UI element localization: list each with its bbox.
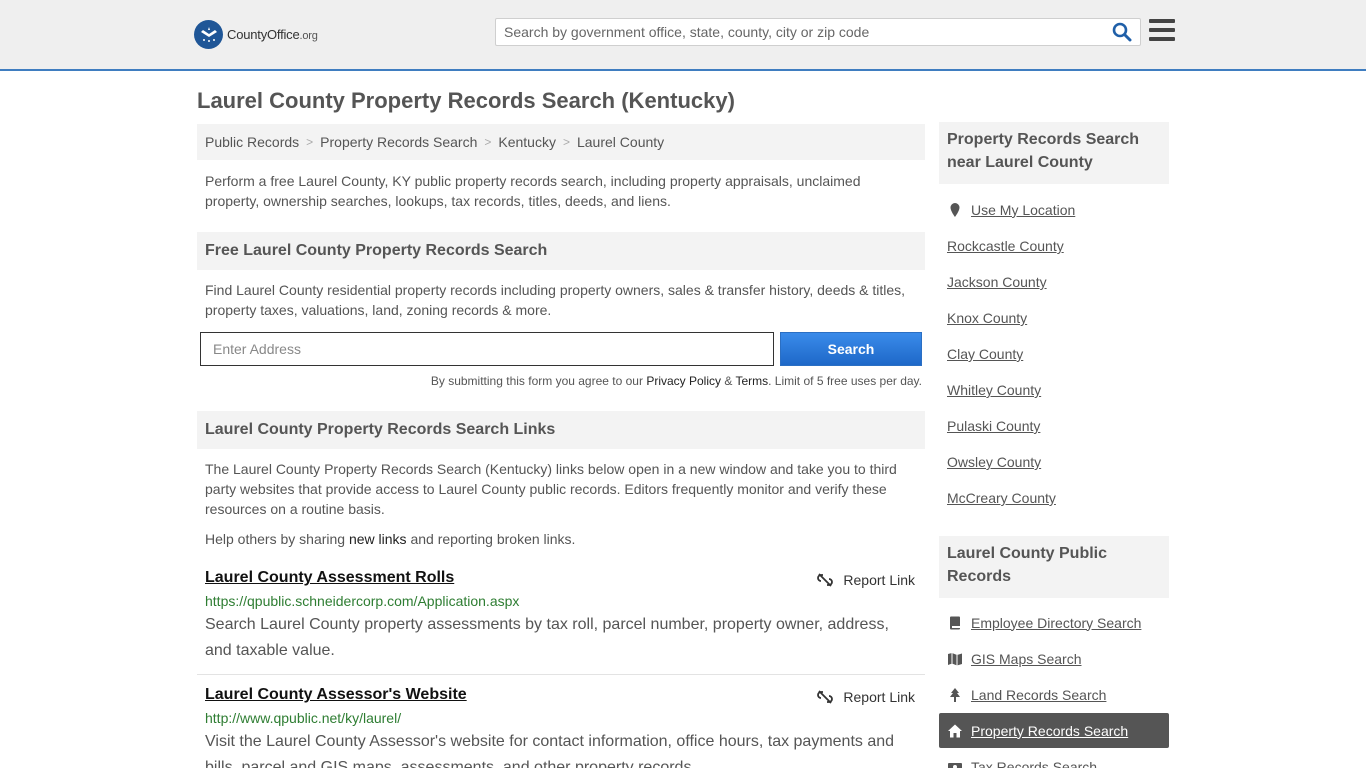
nearby-county-link[interactable]: Knox County	[947, 310, 1027, 326]
link-url: http://www.qpublic.net/ky/laurel/	[205, 710, 402, 726]
link-description: Search Laurel County property assessment…	[205, 616, 889, 659]
breadcrumb-separator: >	[306, 135, 314, 149]
address-search-button[interactable]: Search	[780, 332, 922, 366]
page-title: Laurel County Property Records Search (K…	[197, 88, 735, 113]
link-url: https://qpublic.schneidercorp.com/Applic…	[205, 593, 520, 609]
page-intro: Perform a free Laurel County, KY public …	[205, 173, 861, 209]
book-icon	[950, 616, 960, 629]
sidebar-item-employee-directory[interactable]: Employee Directory Search	[939, 605, 1169, 640]
sidebar-item-property-records[interactable]: Property Records Search	[939, 713, 1169, 748]
link-item: Laurel County Assessment Rolls Report Li…	[205, 569, 915, 664]
broken-link-icon	[817, 573, 834, 587]
search-icon[interactable]	[1112, 22, 1134, 44]
hamburger-menu-icon[interactable]	[1149, 19, 1175, 43]
home-icon	[948, 724, 962, 737]
nearby-county-link[interactable]: Rockcastle County	[947, 238, 1064, 254]
sidebar-item-land-records[interactable]: Land Records Search	[939, 677, 1169, 712]
broken-link-icon	[817, 690, 834, 704]
site-search-box	[495, 18, 1141, 46]
breadcrumb-property-records-search[interactable]: Property Records Search	[320, 134, 477, 150]
free-search-heading: Free Laurel County Property Records Sear…	[197, 232, 925, 270]
logo-seal-icon	[194, 20, 223, 49]
breadcrumb-public-records[interactable]: Public Records	[205, 134, 299, 150]
public-records-heading: Laurel County Public Records	[939, 536, 1169, 598]
link-title[interactable]: Laurel County Assessor's Website	[205, 686, 467, 703]
breadcrumb-separator: >	[484, 135, 492, 149]
links-section-description: The Laurel County Property Records Searc…	[205, 461, 897, 517]
money-icon	[948, 762, 962, 768]
sidebar-item-tax-records[interactable]: Tax Records Search	[939, 749, 1169, 768]
nearby-county-link[interactable]: Whitley County	[947, 382, 1041, 398]
use-my-location-link[interactable]: Use My Location	[939, 192, 1169, 227]
links-section-heading: Laurel County Property Records Search Li…	[197, 411, 925, 449]
nearby-county-link[interactable]: Jackson County	[947, 274, 1047, 290]
terms-link[interactable]: Terms	[735, 374, 768, 388]
tree-icon	[950, 687, 960, 702]
link-description: Visit the Laurel County Assessor's websi…	[205, 733, 895, 768]
nearby-county-link[interactable]: McCreary County	[947, 490, 1056, 506]
form-disclaimer: By submitting this form you agree to our…	[430, 374, 922, 388]
report-link-button[interactable]: Report Link	[817, 572, 915, 588]
location-pin-icon	[950, 202, 960, 217]
top-header: CountyOffice.org	[0, 0, 1366, 71]
logo-text: CountyOffice.org	[227, 27, 318, 42]
breadcrumb-separator: >	[562, 135, 570, 149]
nearby-county-link[interactable]: Pulaski County	[947, 418, 1040, 434]
link-title[interactable]: Laurel County Assessment Rolls	[205, 569, 454, 586]
help-sharing-text: Help others by sharing new links and rep…	[205, 531, 576, 547]
breadcrumb: Public Records > Property Records Search…	[197, 124, 925, 160]
nearby-county-link[interactable]: Owsley County	[947, 454, 1041, 470]
breadcrumb-laurel-county: Laurel County	[576, 134, 665, 150]
free-search-description: Find Laurel County residential property …	[205, 282, 906, 318]
new-links-link[interactable]: new links	[349, 531, 407, 547]
sidebar-item-gis-maps[interactable]: GIS Maps Search	[939, 641, 1169, 676]
link-divider	[197, 674, 925, 675]
address-input[interactable]	[200, 332, 774, 366]
nearby-heading: Property Records Search near Laurel Coun…	[939, 122, 1169, 184]
privacy-policy-link[interactable]: Privacy Policy	[646, 374, 721, 388]
report-link-button[interactable]: Report Link	[817, 689, 915, 705]
nearby-county-link[interactable]: Clay County	[947, 346, 1023, 362]
breadcrumb-kentucky[interactable]: Kentucky	[498, 134, 556, 150]
site-search-input[interactable]	[496, 19, 1106, 45]
link-item: Laurel County Assessor's Website Report …	[205, 686, 915, 768]
map-icon	[948, 652, 962, 665]
site-logo[interactable]: CountyOffice.org	[194, 20, 318, 49]
